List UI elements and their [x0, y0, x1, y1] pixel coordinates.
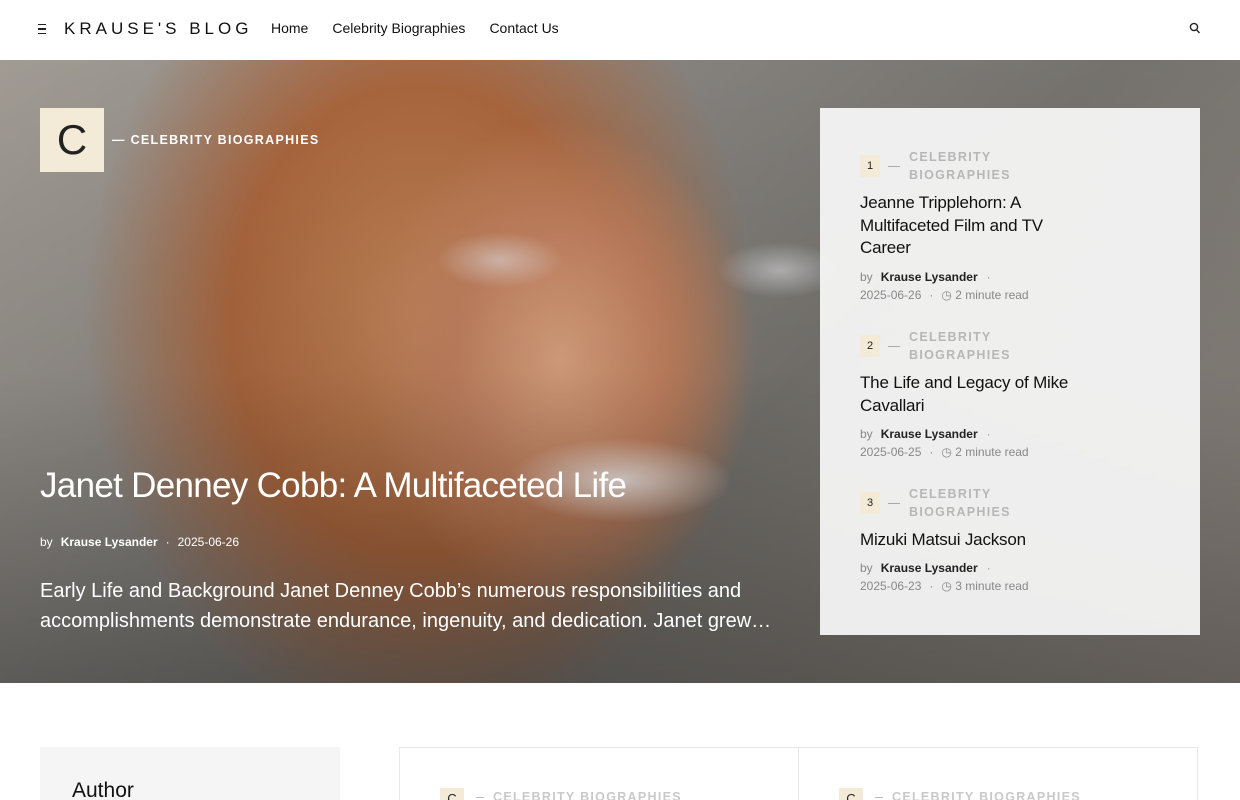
divider: [888, 166, 900, 167]
clock-icon: ◷: [941, 288, 952, 302]
category-link[interactable]: CELEBRITY BIOGRAPHIES: [493, 790, 682, 800]
post-meta-date: 2025-06-26 · ◷ 2 minute read: [860, 288, 1029, 302]
post-title-link[interactable]: Mizuki Matsui Jackson: [860, 529, 1070, 552]
post-meta: by Krause Lysander ·: [860, 270, 991, 284]
rank-number: 1: [860, 155, 880, 177]
rank-number: 2: [860, 335, 880, 357]
trending-panel: 1 CELEBRITY BIOGRAPHIES Jeanne Trippleho…: [820, 108, 1200, 635]
author-link[interactable]: Krause Lysander: [881, 270, 978, 284]
meta-separator: ·: [165, 535, 170, 549]
read-time: 2 minute read: [955, 445, 1029, 459]
post-date: 2025-06-25: [860, 445, 922, 459]
hero-category-link[interactable]: — CELEBRITY BIOGRAPHIES: [112, 133, 319, 147]
post-meta: by Krause Lysander ·: [860, 561, 991, 575]
author-link[interactable]: Krause Lysander: [881, 427, 978, 441]
author-link[interactable]: Krause Lysander: [61, 535, 158, 549]
nav-home[interactable]: Home: [271, 20, 308, 36]
rank-number: 3: [860, 492, 880, 514]
nav-celebrity-biographies[interactable]: Celebrity Biographies: [332, 20, 465, 36]
divider: [476, 797, 484, 798]
category-letter-badge: C: [440, 788, 464, 800]
category-link[interactable]: CELEBRITY BIOGRAPHIES: [909, 485, 1039, 521]
author-link[interactable]: Krause Lysander: [881, 561, 978, 575]
post-date: 2025-06-26: [177, 535, 240, 549]
menu-icon[interactable]: [38, 20, 50, 38]
post-meta: by Krause Lysander ·: [860, 427, 991, 441]
category-link[interactable]: CELEBRITY BIOGRAPHIES: [892, 790, 1081, 800]
category-letter-badge: C: [839, 788, 863, 800]
author-widget-title: Author: [72, 779, 134, 800]
main-nav: Home Celebrity Biographies Contact Us: [271, 20, 559, 36]
read-time: 3 minute read: [955, 579, 1029, 593]
search-icon[interactable]: [1189, 21, 1201, 37]
divider: [875, 797, 883, 798]
post-meta-date: 2025-06-23 · ◷ 3 minute read: [860, 579, 1029, 593]
category-letter-badge: C: [40, 108, 104, 172]
site-header: KRAUSE'S BLOG Home Celebrity Biographies…: [0, 0, 1240, 60]
hero-title[interactable]: Janet Denney Cobb: A Multifaceted Life: [40, 466, 627, 506]
by-label: by: [860, 270, 873, 284]
post-meta-date: 2025-06-25 · ◷ 2 minute read: [860, 445, 1029, 459]
site-logo[interactable]: KRAUSE'S BLOG: [64, 19, 252, 39]
category-link[interactable]: CELEBRITY BIOGRAPHIES: [909, 148, 1039, 184]
by-label: by: [40, 535, 53, 549]
post-date: 2025-06-23: [860, 579, 922, 593]
divider: [888, 346, 900, 347]
hero-excerpt: Early Life and Background Janet Denney C…: [40, 580, 772, 632]
clock-icon: ◷: [941, 579, 952, 593]
hero-meta: by Krause Lysander · 2025-06-26: [40, 535, 239, 549]
read-time: 2 minute read: [955, 288, 1029, 302]
by-label: by: [860, 427, 873, 441]
by-label: by: [860, 561, 873, 575]
post-title-link[interactable]: The Life and Legacy of Mike Cavallari: [860, 372, 1070, 417]
category-link[interactable]: CELEBRITY BIOGRAPHIES: [909, 328, 1039, 364]
clock-icon: ◷: [941, 445, 952, 459]
post-date: 2025-06-26: [860, 288, 922, 302]
nav-contact-us[interactable]: Contact Us: [489, 20, 558, 36]
post-title-link[interactable]: Jeanne Tripplehorn: A Multifaceted Film …: [860, 192, 1070, 260]
divider: [888, 503, 900, 504]
